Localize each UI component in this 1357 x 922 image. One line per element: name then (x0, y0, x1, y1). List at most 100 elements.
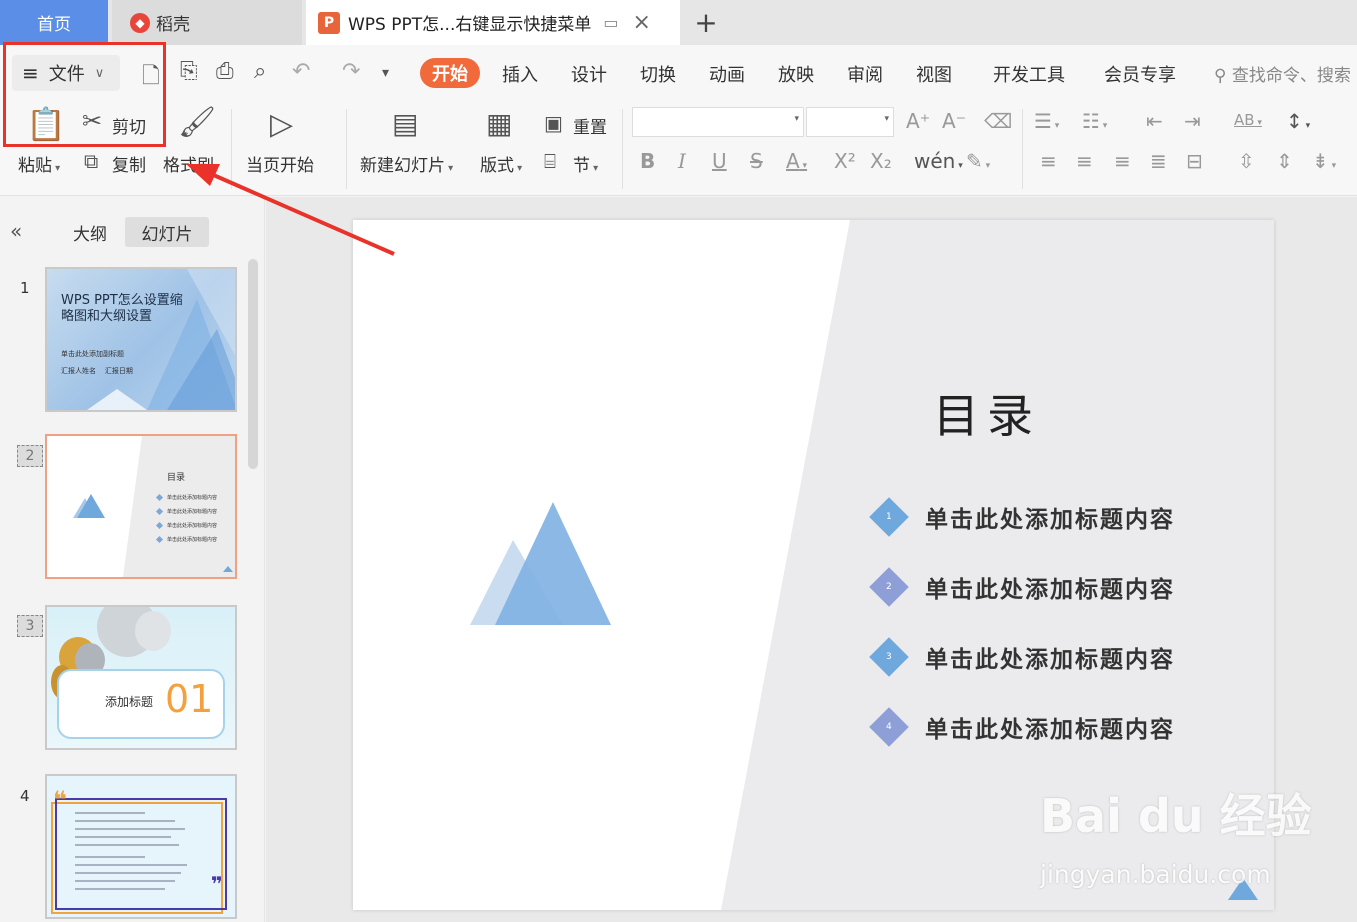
diamond-bullet-icon: 1 (869, 497, 909, 537)
diamond-bullet-icon: 3 (869, 637, 909, 677)
copy-button[interactable]: 复制 (112, 151, 146, 176)
tab-document[interactable]: P WPS PPT怎...右键显示快捷菜单 ▭ × (306, 0, 680, 45)
clear-format-icon[interactable]: ⌫ (984, 109, 1012, 133)
slide-thumbnail-3[interactable]: 添加标题 01 (45, 605, 237, 750)
close-tab-icon[interactable]: × (632, 10, 650, 35)
menu-tab-insert[interactable]: 插入 (502, 61, 538, 87)
search-icon: ⚲ (1214, 66, 1227, 86)
slide-title: 目录 (933, 389, 1041, 443)
hidden-slide-number: 2 (17, 445, 43, 467)
align-left-icon[interactable]: ≡ (1040, 149, 1057, 173)
redo-icon[interactable]: ↷ (342, 59, 360, 84)
slide-navigation-panel: « 大纲 幻灯片 1 WPS PPT怎么设置缩略图和大纲设置 单击此处添加副标题… (0, 197, 265, 922)
sort-icon[interactable]: ↕ ▾ (1286, 109, 1310, 133)
toc-item[interactable]: 4 单击此处添加标题内容 (869, 707, 1175, 747)
menu-row: ≡ 文件 ∨ 🗋 ⎘ ⎙ ⌕ ↶ ↷ ▾ 开始 插入 设计 切换 动画 放映 审… (0, 45, 1357, 101)
menu-tab-developer[interactable]: 开发工具 (993, 61, 1065, 87)
new-tab-button[interactable]: + (692, 0, 720, 45)
annotation-highlight-box (3, 42, 166, 147)
highlight-icon[interactable]: ✎ ▾ (966, 149, 990, 173)
play-icon: ▷ (270, 107, 294, 142)
diamond-bullet-icon: 4 (869, 707, 909, 747)
layout-button[interactable]: 版式 ▾ (480, 151, 522, 176)
collapse-panel-icon[interactable]: « (10, 219, 22, 243)
reset-icon: ▣ (544, 111, 563, 135)
slide-number: 4 (20, 787, 30, 805)
decrease-indent-icon[interactable]: ⇤ (1146, 109, 1163, 133)
toc-item[interactable]: 2 单击此处添加标题内容 (869, 567, 1175, 607)
quote-close-icon: ❞ (211, 872, 223, 896)
menu-tab-transition[interactable]: 切换 (640, 61, 676, 87)
font-color-icon[interactable]: A ▾ (786, 149, 807, 173)
present-icon[interactable]: ▭ (603, 13, 618, 32)
justify-icon[interactable]: ≣ (1150, 149, 1167, 173)
print-preview-icon[interactable]: ⌕ (254, 59, 266, 84)
command-search[interactable]: ⚲ 查找命令、搜索 (1214, 61, 1351, 86)
phonetic-guide-icon[interactable]: wén ▾ (914, 149, 963, 173)
thumb-title: WPS PPT怎么设置缩略图和大纲设置 (61, 293, 183, 324)
increase-font-icon[interactable]: A⁺ (906, 109, 930, 133)
menu-tab-start[interactable]: 开始 (420, 58, 480, 88)
font-family-select[interactable]: ▾ (632, 107, 804, 137)
daoke-logo-icon: ◆ (130, 12, 150, 33)
subscript-icon[interactable]: X₂ (870, 149, 892, 173)
strikethrough-icon[interactable]: S (750, 149, 763, 173)
undo-icon[interactable]: ↶ (292, 59, 310, 84)
ribbon-separator (1022, 109, 1023, 189)
new-slide-icon: ▤ (392, 107, 419, 140)
ppt-logo-icon: P (318, 11, 340, 34)
panel-scrollbar[interactable] (248, 259, 258, 469)
paste-button[interactable]: 粘贴 ▾ (18, 151, 60, 176)
menu-tab-animation[interactable]: 动画 (709, 61, 745, 87)
annotation-arrow (186, 164, 395, 256)
decrease-font-icon[interactable]: A⁻ (942, 109, 966, 133)
thumb-reporter: 汇报人姓名 汇报日期 (61, 367, 133, 375)
export-icon[interactable]: ⎘ (180, 59, 198, 84)
align-right-icon[interactable]: ≡ (1114, 149, 1131, 173)
italic-icon[interactable]: I (678, 149, 686, 173)
line-spacing-icon[interactable]: ⇳ (1238, 149, 1255, 173)
thumb-decoration (87, 269, 235, 410)
menu-tab-review[interactable]: 审阅 (847, 61, 883, 87)
section-icon: ⌸ (544, 149, 556, 173)
align-center-icon[interactable]: ≡ (1076, 149, 1093, 173)
baidu-watermark-url: jingyan.baidu.com (1040, 860, 1271, 889)
bold-icon[interactable]: B (640, 149, 655, 173)
superscript-icon[interactable]: X² (834, 149, 856, 173)
menu-tab-member[interactable]: 会员专享 (1104, 61, 1176, 87)
thumb-subtitle: 单击此处添加副标题 (61, 350, 124, 358)
numbered-list-icon[interactable]: ☷ ▾ (1082, 109, 1107, 133)
font-size-select[interactable]: ▾ (806, 107, 894, 137)
reset-button[interactable]: 重置 (573, 113, 607, 138)
distribute-icon[interactable]: ⊟ (1186, 149, 1203, 173)
layout-icon: ▦ (486, 107, 513, 140)
toc-item[interactable]: 1 单击此处添加标题内容 (869, 497, 1175, 537)
print-icon[interactable]: ⎙ (216, 59, 234, 84)
slide-thumbnail-2[interactable]: 目录 单击此处添加标题内容 单击此处添加标题内容 单击此处添加标题内容 单击此处… (45, 434, 237, 579)
slide-thumbnail-1[interactable]: WPS PPT怎么设置缩略图和大纲设置 单击此处添加副标题 汇报人姓名 汇报日期 (45, 267, 237, 412)
slide-thumbnail-4[interactable]: ❝ ❞ (45, 774, 237, 919)
ribbon-separator (622, 109, 623, 189)
menu-tab-design[interactable]: 设计 (571, 61, 607, 87)
quick-access-more-icon[interactable]: ▾ (382, 65, 389, 81)
hidden-slide-number: 3 (17, 615, 43, 637)
tab-bar: 首页 ◆ 稻壳 P WPS PPT怎...右键显示快捷菜单 ▭ × + (0, 0, 1357, 45)
underline-icon[interactable]: U (712, 149, 727, 173)
paragraph-spacing-icon[interactable]: ⇕ (1276, 149, 1293, 173)
document-title: WPS PPT怎...右键显示快捷菜单 (348, 15, 592, 35)
tab-home[interactable]: 首页 (0, 0, 108, 45)
menu-tab-view[interactable]: 视图 (916, 61, 952, 87)
menu-tab-slideshow[interactable]: 放映 (778, 61, 814, 87)
section-button[interactable]: 节 ▾ (573, 151, 598, 176)
tab-outline[interactable]: 大纲 (62, 217, 118, 247)
increase-indent-icon[interactable]: ⇥ (1184, 109, 1201, 133)
baidu-watermark: Bai du 经验 (1040, 789, 1312, 843)
format-painter-icon: 🖌 (178, 105, 217, 140)
thumb-decoration (73, 436, 235, 577)
toc-item[interactable]: 3 单击此处添加标题内容 (869, 637, 1175, 677)
tab-daoke[interactable]: ◆ 稻壳 (112, 0, 302, 45)
columns-icon[interactable]: ⇟ ▾ (1312, 149, 1336, 173)
text-direction-icon[interactable]: AB ▾ (1234, 111, 1262, 129)
bullet-list-icon[interactable]: ☰ ▾ (1034, 109, 1059, 133)
copy-icon: ⧉ (84, 149, 99, 173)
